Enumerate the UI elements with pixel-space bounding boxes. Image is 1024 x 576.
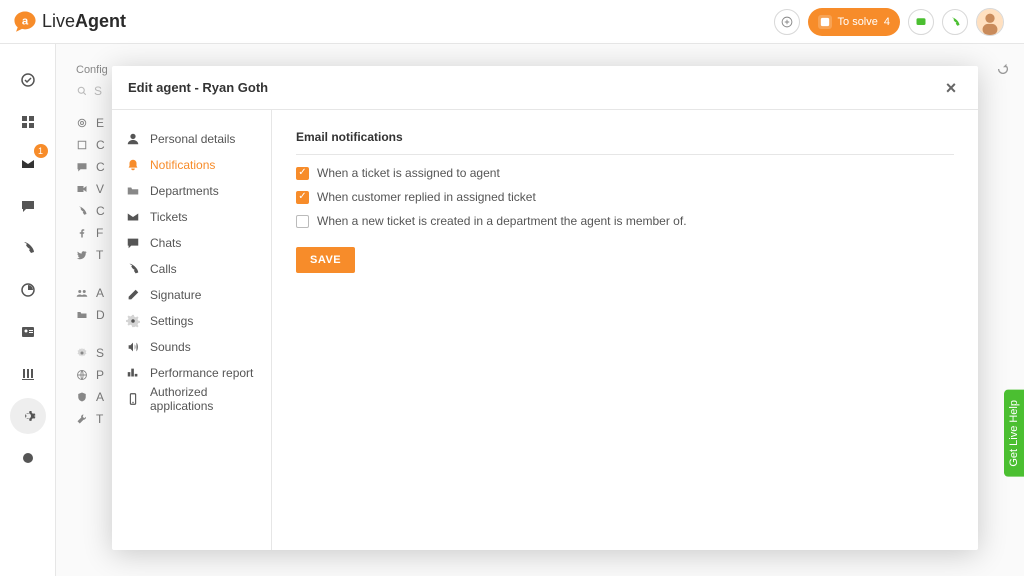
to-solve-icon: [818, 15, 832, 29]
save-button[interactable]: SAVE: [296, 247, 355, 273]
rail-settings[interactable]: [10, 398, 46, 434]
sidenav-label: Tickets: [150, 210, 188, 224]
sidenav-departments[interactable]: Departments: [112, 178, 271, 204]
rail-chat[interactable]: [10, 188, 46, 224]
checkbox[interactable]: [296, 167, 309, 180]
modal-content: Email notifications When a ticket is ass…: [272, 110, 978, 550]
top-actions: To solve 4: [774, 8, 1004, 36]
rail-calls[interactable]: [10, 230, 46, 266]
svg-text:a: a: [22, 15, 29, 27]
sidenav-label: Personal details: [150, 132, 235, 146]
call-indicator[interactable]: [942, 9, 968, 35]
sidenav-label: Sounds: [150, 340, 191, 354]
sidenav-settings[interactable]: Settings: [112, 308, 271, 334]
sidenav-label: Authorized applications: [150, 385, 257, 413]
sidenav-personal[interactable]: Personal details: [112, 126, 271, 152]
sidenav-label: Signature: [150, 288, 201, 302]
rail-messages-badge: 1: [34, 144, 48, 158]
user-avatar[interactable]: [976, 8, 1004, 36]
sidenav-calls[interactable]: Calls: [112, 256, 271, 282]
logo[interactable]: a LiveAgent: [12, 9, 126, 35]
sidenav-authorized[interactable]: Authorized applications: [112, 386, 271, 412]
close-icon[interactable]: ×: [940, 77, 962, 99]
checkbox[interactable]: [296, 191, 309, 204]
add-button[interactable]: [774, 9, 800, 35]
logo-text-agent: Agent: [75, 11, 126, 31]
sidenav-label: Notifications: [150, 158, 215, 172]
option-label: When customer replied in assigned ticket: [317, 190, 536, 204]
rail-extensions[interactable]: [10, 440, 46, 476]
to-solve-count: 4: [884, 16, 890, 28]
modal-header: Edit agent - Ryan Goth ×: [112, 66, 978, 110]
topbar: a LiveAgent To solve 4: [0, 0, 1024, 44]
rail-reports[interactable]: [10, 272, 46, 308]
checkbox[interactable]: [296, 215, 309, 228]
to-solve-label: To solve: [838, 16, 878, 28]
rail-dashboard[interactable]: [10, 62, 46, 98]
get-live-help-tab[interactable]: Get Live Help: [1004, 390, 1024, 477]
sidenav-notifications[interactable]: Notifications: [112, 152, 271, 178]
sidenav-label: Performance report: [150, 366, 253, 380]
rail-apps[interactable]: [10, 104, 46, 140]
to-solve-button[interactable]: To solve 4: [808, 8, 900, 36]
notification-option[interactable]: When a ticket is assigned to agent: [296, 161, 954, 185]
sidenav-label: Settings: [150, 314, 193, 328]
section-title: Email notifications: [296, 130, 954, 155]
sidenav-label: Calls: [150, 262, 177, 276]
sidenav-label: Chats: [150, 236, 181, 250]
edit-agent-modal: Edit agent - Ryan Goth × Personal detail…: [112, 66, 978, 550]
sidenav-signature[interactable]: Signature: [112, 282, 271, 308]
notification-option[interactable]: When customer replied in assigned ticket: [296, 185, 954, 209]
option-label: When a ticket is assigned to agent: [317, 166, 500, 180]
modal-title: Edit agent - Ryan Goth: [128, 80, 268, 95]
option-label: When a new ticket is created in a depart…: [317, 214, 687, 228]
rail-messages[interactable]: 1: [10, 146, 46, 182]
notification-option[interactable]: When a new ticket is created in a depart…: [296, 209, 954, 233]
modal-sidenav: Personal details Notifications Departments…: [112, 110, 272, 550]
chat-indicator[interactable]: [908, 9, 934, 35]
sidenav-label: Departments: [150, 184, 219, 198]
config-search-placeholder: S: [94, 84, 102, 98]
sidenav-chats[interactable]: Chats: [112, 230, 271, 256]
refresh-icon[interactable]: [996, 62, 1010, 79]
rail-kb[interactable]: [10, 356, 46, 392]
logo-text-live: Live: [42, 11, 75, 31]
sidenav-sounds[interactable]: Sounds: [112, 334, 271, 360]
rail-contacts[interactable]: [10, 314, 46, 350]
sidenav-performance[interactable]: Performance report: [112, 360, 271, 386]
left-rail: 1: [0, 44, 56, 576]
sidenav-tickets[interactable]: Tickets: [112, 204, 271, 230]
